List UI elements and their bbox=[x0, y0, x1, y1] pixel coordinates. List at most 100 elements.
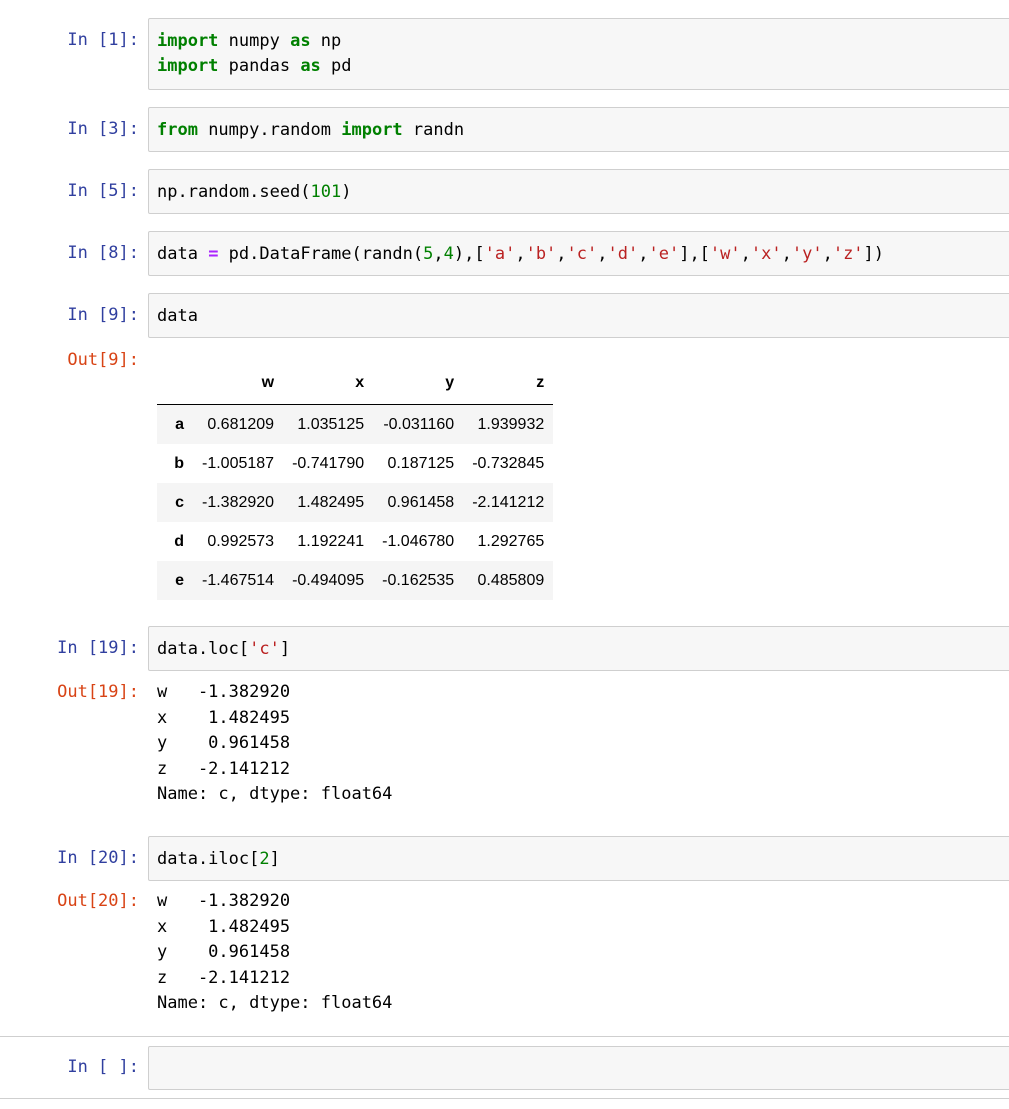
code-text: import numpy as np import pandas as pd bbox=[157, 29, 352, 79]
table-row: a 0.681209 1.035125 -0.031160 1.939932 bbox=[157, 404, 554, 444]
code-cell-8[interactable]: In [8]: data = pd.DataFrame(randn(5,4),[… bbox=[0, 231, 1009, 276]
code-cell-20[interactable]: In [20]: data.iloc[2] bbox=[0, 836, 1009, 881]
input-prompt: In [5]: bbox=[67, 181, 139, 201]
code-token: 5 bbox=[423, 244, 434, 264]
table-cell: -0.162535 bbox=[382, 571, 455, 589]
code-input[interactable]: data bbox=[148, 293, 1009, 338]
input-prompt: In [20]: bbox=[57, 848, 139, 868]
column-header-w: w bbox=[193, 362, 284, 405]
code-input[interactable]: from numpy.random import randn bbox=[148, 107, 1009, 152]
code-line: from numpy.random import randn bbox=[157, 118, 464, 143]
table-cell: -0.741790 bbox=[292, 454, 365, 472]
code-cell-5[interactable]: In [5]: np.random.seed(101) bbox=[0, 169, 1009, 214]
code-token: 'd' bbox=[607, 244, 639, 264]
table-cell: 1.939932 bbox=[477, 415, 545, 433]
index-header bbox=[157, 362, 193, 405]
input-prompt: In [19]: bbox=[57, 638, 139, 658]
code-line: data = pd.DataFrame(randn(5,4),['a','b',… bbox=[157, 242, 884, 267]
code-token: 'a' bbox=[484, 244, 516, 264]
table-cell: 1.482495 bbox=[297, 493, 365, 511]
table-cell: 0.681209 bbox=[207, 415, 275, 433]
code-token: 4 bbox=[443, 244, 454, 264]
code-cell-9[interactable]: In [9]: data bbox=[0, 293, 1009, 338]
code-token: ]) bbox=[863, 244, 885, 264]
row-index: c bbox=[175, 493, 184, 511]
code-token: , bbox=[433, 244, 444, 264]
table-cell: -0.031160 bbox=[383, 415, 455, 433]
row-index: e bbox=[175, 571, 184, 589]
code-line: data.loc['c'] bbox=[157, 637, 290, 662]
dataframe-table: w x y z a 0.681209 1.035125 -0.031160 1.… bbox=[157, 362, 554, 600]
code-input[interactable]: np.random.seed(101) bbox=[148, 169, 1009, 214]
code-token: data.loc[ bbox=[157, 639, 250, 659]
table-cell: -1.382920 bbox=[202, 493, 275, 511]
code-cell-1[interactable]: In [1]: import numpy as np import pandas … bbox=[0, 18, 1009, 90]
code-token: as bbox=[290, 31, 311, 51]
code-token: 2 bbox=[259, 849, 270, 869]
code-token: = bbox=[208, 244, 219, 264]
code-input[interactable]: data.loc['c'] bbox=[148, 626, 1009, 671]
code-token: 'c' bbox=[249, 639, 280, 659]
input-prompt: In [1]: bbox=[67, 30, 139, 50]
code-token: np bbox=[310, 31, 342, 51]
code-token: ] bbox=[279, 639, 291, 659]
code-token: 'w' bbox=[709, 244, 741, 264]
row-index: b bbox=[174, 454, 184, 472]
code-token: , bbox=[638, 244, 649, 264]
cell-separator-top bbox=[0, 1036, 1009, 1037]
code-token: ) bbox=[341, 182, 352, 202]
table-cell: 0.992573 bbox=[207, 532, 275, 550]
code-token: , bbox=[556, 244, 567, 264]
output-prompt: Out[19]: bbox=[57, 682, 139, 702]
code-token: pd.DataFrame(randn( bbox=[218, 244, 424, 264]
table-cell: -1.046780 bbox=[382, 532, 455, 550]
code-token: 'y' bbox=[791, 244, 823, 264]
code-token: numpy bbox=[218, 31, 291, 51]
table-cell: 0.485809 bbox=[477, 571, 545, 589]
code-token: numpy.random bbox=[197, 120, 342, 140]
code-token: randn bbox=[402, 120, 465, 140]
code-input[interactable]: import numpy as np import pandas as pd bbox=[148, 18, 1009, 90]
code-cell-3[interactable]: In [3]: from numpy.random import randn bbox=[0, 107, 1009, 152]
code-token: 'c' bbox=[566, 244, 598, 264]
code-cell-19[interactable]: In [19]: data.loc['c'] bbox=[0, 626, 1009, 671]
table-cell: -1.005187 bbox=[202, 454, 275, 472]
table-cell: 1.292765 bbox=[477, 532, 545, 550]
code-token: 101 bbox=[310, 182, 342, 202]
code-line: import pandas as pd bbox=[157, 54, 352, 79]
input-prompt: In [3]: bbox=[67, 119, 139, 139]
code-input[interactable]: data.iloc[2] bbox=[148, 836, 1009, 881]
input-prompt: In [ ]: bbox=[67, 1057, 139, 1077]
code-token: 'b' bbox=[525, 244, 557, 264]
code-token: , bbox=[740, 244, 751, 264]
code-line: import numpy as np bbox=[157, 29, 352, 54]
code-token: , bbox=[597, 244, 608, 264]
column-header-y: y bbox=[373, 362, 464, 405]
code-token: data.iloc[ bbox=[157, 849, 260, 869]
column-header-x: x bbox=[283, 362, 374, 405]
code-token: 'x' bbox=[750, 244, 782, 264]
code-cell-empty[interactable]: In [ ]: bbox=[0, 1046, 1009, 1090]
code-token: from bbox=[157, 120, 198, 140]
table-cell: -0.494095 bbox=[292, 571, 365, 589]
code-line: data bbox=[157, 304, 198, 329]
code-text: from numpy.random import randn bbox=[157, 118, 464, 143]
code-input-empty[interactable] bbox=[148, 1046, 1009, 1090]
code-token: ),[ bbox=[453, 244, 485, 264]
row-index: a bbox=[175, 415, 184, 433]
table-cell: -0.732845 bbox=[472, 454, 545, 472]
code-token: , bbox=[781, 244, 792, 264]
output-prompt: Out[20]: bbox=[57, 891, 139, 911]
code-token: pd bbox=[320, 56, 352, 76]
row-index: d bbox=[174, 532, 184, 550]
code-token: 'z' bbox=[832, 244, 864, 264]
table-row: b -1.005187 -0.741790 0.187125 -0.732845 bbox=[157, 444, 553, 483]
table-row: d 0.992573 1.192241 -1.046780 1.292765 bbox=[157, 522, 553, 561]
cell-separator-bottom bbox=[0, 1098, 1009, 1099]
series-output: w -1.382920 x 1.482495 y 0.961458 z -2.1… bbox=[157, 682, 393, 804]
code-text: data = pd.DataFrame(randn(5,4),['a','b',… bbox=[157, 242, 884, 267]
column-header-z: z bbox=[463, 362, 554, 405]
code-token: import bbox=[157, 56, 219, 76]
table-cell: -2.141212 bbox=[472, 493, 545, 511]
code-input[interactable]: data = pd.DataFrame(randn(5,4),['a','b',… bbox=[148, 231, 1009, 276]
